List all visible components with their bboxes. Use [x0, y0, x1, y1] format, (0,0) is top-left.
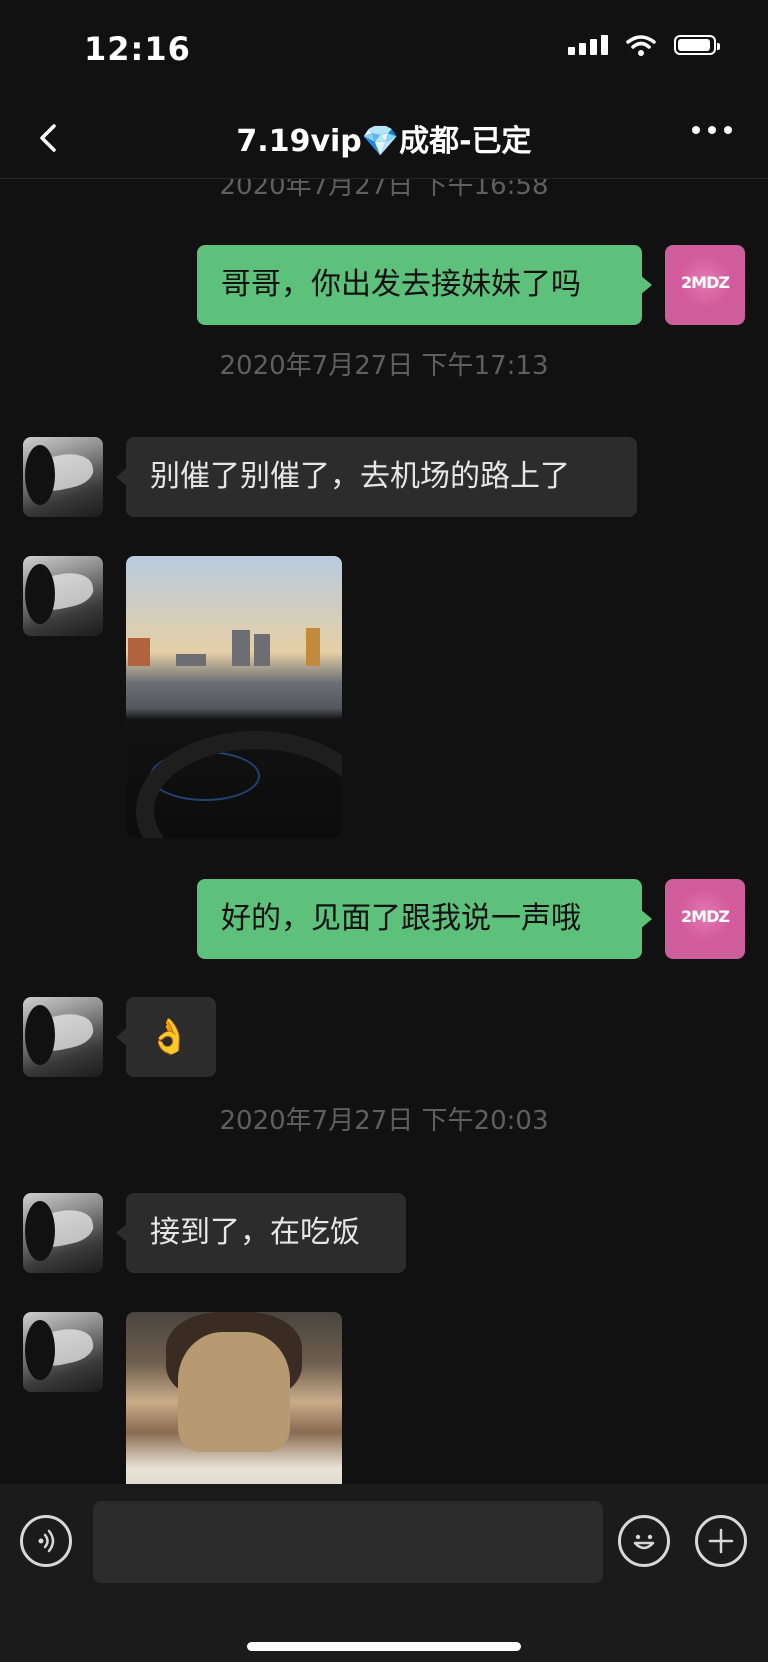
photo-message-road[interactable] [126, 556, 342, 838]
status-time: 12:16 [84, 30, 191, 68]
battery-icon [674, 35, 720, 55]
received-message-bubble[interactable]: 接到了，在吃饭 [116, 1193, 406, 1273]
status-bar: 12:16 [0, 0, 768, 100]
chat-title: 7.19vip💎成都-已定 [236, 124, 532, 159]
emoji-icon[interactable] [618, 1515, 670, 1567]
contact-avatar[interactable] [23, 1312, 103, 1392]
received-message-bubble[interactable]: 👌 [116, 997, 216, 1077]
my-avatar[interactable]: 2MDZ [665, 879, 745, 959]
contact-avatar[interactable] [23, 437, 103, 517]
more-icon[interactable] [692, 126, 732, 134]
status-icons [568, 34, 720, 56]
timestamp: 2020年7月27日 下午20:03 [219, 1106, 549, 1136]
received-message-bubble[interactable]: 别催了别催了，去机场的路上了 [116, 437, 637, 517]
sent-message-bubble[interactable]: 好的，见面了跟我说一声哦 [197, 879, 652, 959]
voice-icon[interactable] [20, 1515, 72, 1567]
timestamp: 2020年7月27日 下午16:58 [219, 179, 549, 201]
my-avatar[interactable]: 2MDZ [665, 245, 745, 325]
plus-icon[interactable] [695, 1515, 747, 1567]
wifi-icon [626, 35, 656, 56]
chat-header: 7.19vip💎成都-已定 [0, 100, 768, 179]
contact-avatar[interactable] [23, 556, 103, 636]
signal-icon [568, 35, 608, 55]
message-list[interactable]: 2020年7月27日 下午16:58 哥哥，你出发去接妹妹了吗 2MDZ 202… [0, 179, 768, 1484]
sent-message-bubble[interactable]: 哥哥，你出发去接妹妹了吗 [197, 245, 652, 325]
home-indicator [247, 1642, 521, 1651]
timestamp: 2020年7月27日 下午17:13 [219, 351, 549, 381]
message-input[interactable] [93, 1501, 603, 1583]
photo-message-dinner[interactable] [126, 1312, 342, 1484]
contact-avatar[interactable] [23, 997, 103, 1077]
contact-avatar[interactable] [23, 1193, 103, 1273]
input-bar [0, 1484, 768, 1662]
